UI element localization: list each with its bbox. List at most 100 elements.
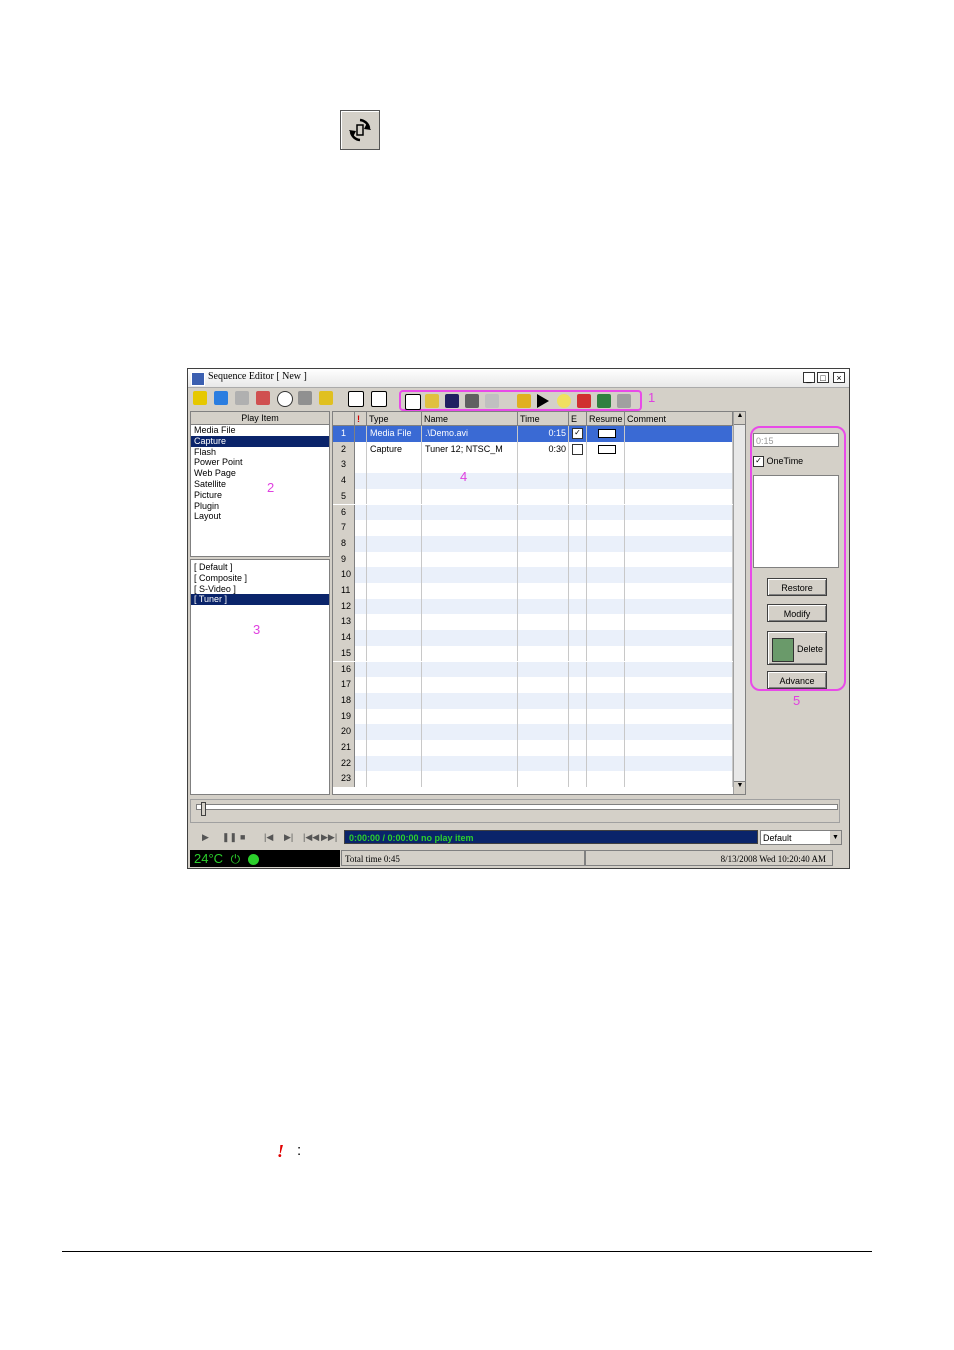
radiation-icon[interactable]: [193, 391, 207, 405]
play-item-0[interactable]: Media File: [191, 425, 329, 436]
refresh-icon[interactable]: [340, 110, 380, 150]
copy-icon[interactable]: [235, 391, 249, 405]
table-row[interactable]: 23: [333, 771, 733, 788]
table-row[interactable]: 15: [333, 645, 733, 662]
table-row[interactable]: 9: [333, 551, 733, 568]
table-row[interactable]: 7: [333, 520, 733, 536]
import-icon[interactable]: [517, 394, 531, 408]
play-button[interactable]: ▶: [202, 832, 209, 843]
onetime-checkbox[interactable]: ✓ OneTime: [753, 456, 803, 468]
table-row[interactable]: 3: [333, 457, 733, 474]
row-number: 5: [333, 488, 355, 505]
bulb-icon[interactable]: [557, 394, 571, 408]
table-row[interactable]: 10: [333, 567, 733, 583]
col-header-flag[interactable]: !: [355, 412, 367, 426]
col-header-time[interactable]: Time: [518, 412, 569, 426]
clapper-icon[interactable]: [577, 394, 591, 408]
output-select[interactable]: Default ▼: [760, 830, 842, 845]
page-icon[interactable]: [256, 391, 270, 405]
modify-button[interactable]: Modify: [767, 604, 827, 622]
last-button[interactable]: ▶▶|: [321, 832, 337, 843]
table-row[interactable]: 4: [333, 473, 733, 489]
resume-icon[interactable]: [598, 429, 616, 439]
schedule-icon[interactable]: [617, 394, 631, 408]
table-row[interactable]: 22: [333, 755, 733, 772]
col-header-name[interactable]: Name: [422, 412, 518, 426]
play-item-1[interactable]: Capture: [191, 435, 329, 447]
row-number: 15: [333, 645, 355, 662]
cell-type: Capture: [367, 441, 422, 458]
slider-thumb[interactable]: [201, 802, 206, 816]
table-row[interactable]: 2 Capture Tuner 12; NTSC_M 0:30: [333, 441, 733, 458]
source-item-2[interactable]: [ S-Video ]: [191, 584, 329, 595]
row-number: 7: [333, 520, 355, 536]
source-item-3[interactable]: [ Tuner ]: [191, 594, 329, 606]
table-row[interactable]: 6: [333, 504, 733, 521]
comment-textarea[interactable]: [753, 475, 839, 568]
exit-icon[interactable]: [597, 394, 611, 408]
first-button[interactable]: |◀: [264, 832, 273, 843]
table-row[interactable]: 19: [333, 708, 733, 725]
enable-checkbox[interactable]: [572, 443, 583, 455]
clock-icon[interactable]: [277, 391, 293, 407]
next-button[interactable]: ▶|: [284, 832, 293, 843]
table-row[interactable]: 18: [333, 692, 733, 709]
col-header-comment[interactable]: Comment: [625, 412, 733, 426]
source-item-1[interactable]: [ Composite ]: [191, 573, 329, 584]
play-icon[interactable]: [537, 394, 549, 408]
table-row[interactable]: 8: [333, 535, 733, 552]
table-row[interactable]: 1 Media File .\Demo.avi 0:15 ✓: [333, 426, 733, 442]
col-header-resume[interactable]: Resume: [587, 412, 625, 426]
sequence-grid: ! Type Name Time E Resume Comment 1 Media…: [332, 411, 746, 795]
source-item-0[interactable]: [ Default ]: [191, 562, 329, 573]
col-header-e[interactable]: E: [569, 412, 587, 426]
play-item-2[interactable]: Flash: [191, 447, 329, 458]
save-icon[interactable]: [445, 394, 459, 408]
row-number: 20: [333, 724, 355, 740]
open-folder-icon[interactable]: [425, 394, 439, 408]
play-item-4[interactable]: Web Page: [191, 468, 329, 479]
progress-slider[interactable]: [190, 799, 840, 823]
minimize-button[interactable]: _: [803, 372, 815, 383]
maximize-button[interactable]: □: [817, 372, 829, 383]
table-row[interactable]: 11: [333, 583, 733, 599]
chevron-down-icon[interactable]: ▼: [830, 831, 841, 844]
pause-button[interactable]: ❚❚: [222, 832, 237, 843]
table-row[interactable]: 20: [333, 724, 733, 740]
clipboard-icon[interactable]: [485, 394, 499, 408]
play-item-5[interactable]: Satellite: [191, 479, 329, 490]
advance-button[interactable]: Advance: [767, 671, 827, 689]
table-row[interactable]: 5: [333, 488, 733, 505]
time-input[interactable]: 0:15: [753, 433, 839, 447]
table-row[interactable]: 21: [333, 740, 733, 756]
close-button[interactable]: ×: [833, 372, 845, 383]
table-row[interactable]: 13: [333, 614, 733, 631]
new-file-icon[interactable]: [405, 394, 421, 410]
footer-rule: [62, 1251, 872, 1252]
col-header-type[interactable]: Type: [367, 412, 422, 426]
resume-icon[interactable]: [598, 444, 616, 454]
stop-button[interactable]: ■: [240, 832, 245, 842]
table-row[interactable]: 17: [333, 677, 733, 693]
play-item-3[interactable]: Power Point: [191, 457, 329, 468]
play-item-7[interactable]: Plugin: [191, 501, 329, 512]
prev-track-button[interactable]: |◀◀: [303, 832, 319, 843]
table-row[interactable]: 14: [333, 630, 733, 646]
settings-icon[interactable]: [465, 394, 479, 408]
hand-icon[interactable]: [298, 391, 312, 405]
delete-button[interactable]: Delete: [767, 631, 827, 665]
film-icon[interactable]: [214, 391, 228, 405]
play-item-8[interactable]: Layout: [191, 511, 329, 522]
grid-scrollbar[interactable]: ▲ ▼: [733, 412, 745, 794]
row-number: 17: [333, 677, 355, 693]
enable-checkbox[interactable]: ✓: [572, 428, 583, 440]
restore-button[interactable]: Restore: [767, 578, 827, 596]
chart-icon[interactable]: [319, 391, 333, 405]
temperature-display: 24°C ⏻: [190, 850, 340, 867]
brightness-down-icon[interactable]: [348, 391, 364, 407]
play-item-6[interactable]: Picture: [191, 490, 329, 501]
power-icon[interactable]: ⏻: [231, 852, 241, 866]
table-row[interactable]: 12: [333, 598, 733, 615]
brightness-up-icon[interactable]: [371, 391, 387, 407]
table-row[interactable]: 16: [333, 661, 733, 678]
